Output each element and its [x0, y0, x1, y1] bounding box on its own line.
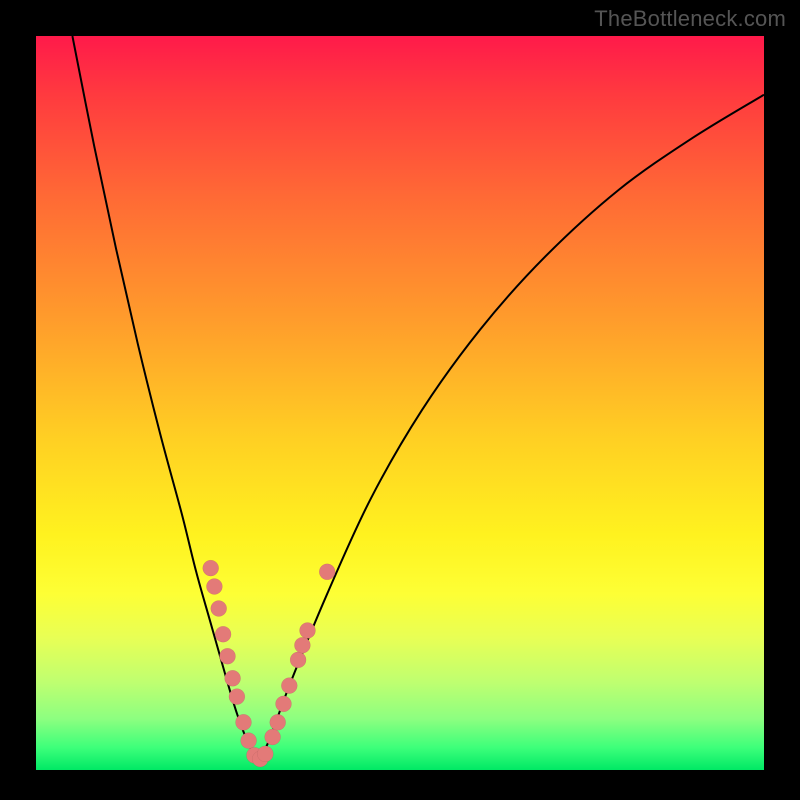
chart-frame: TheBottleneck.com	[0, 0, 800, 800]
data-marker	[281, 678, 297, 694]
data-marker	[211, 601, 227, 617]
data-marker	[236, 714, 252, 730]
data-marker	[206, 579, 222, 595]
attribution-text: TheBottleneck.com	[594, 6, 786, 32]
data-marker	[225, 670, 241, 686]
data-marker	[290, 652, 306, 668]
data-marker	[257, 746, 273, 762]
data-marker	[215, 626, 231, 642]
data-marker	[294, 637, 310, 653]
chart-svg	[36, 36, 764, 770]
data-marker	[220, 648, 236, 664]
data-marker	[319, 564, 335, 580]
data-marker	[241, 733, 257, 749]
plot-area	[36, 36, 764, 770]
data-marker	[270, 714, 286, 730]
data-marker	[276, 696, 292, 712]
data-marker	[229, 689, 245, 705]
curve-right-branch	[258, 95, 764, 763]
data-marker	[265, 729, 281, 745]
data-marker	[203, 560, 219, 576]
data-marker	[300, 623, 316, 639]
curve-group	[72, 36, 764, 763]
